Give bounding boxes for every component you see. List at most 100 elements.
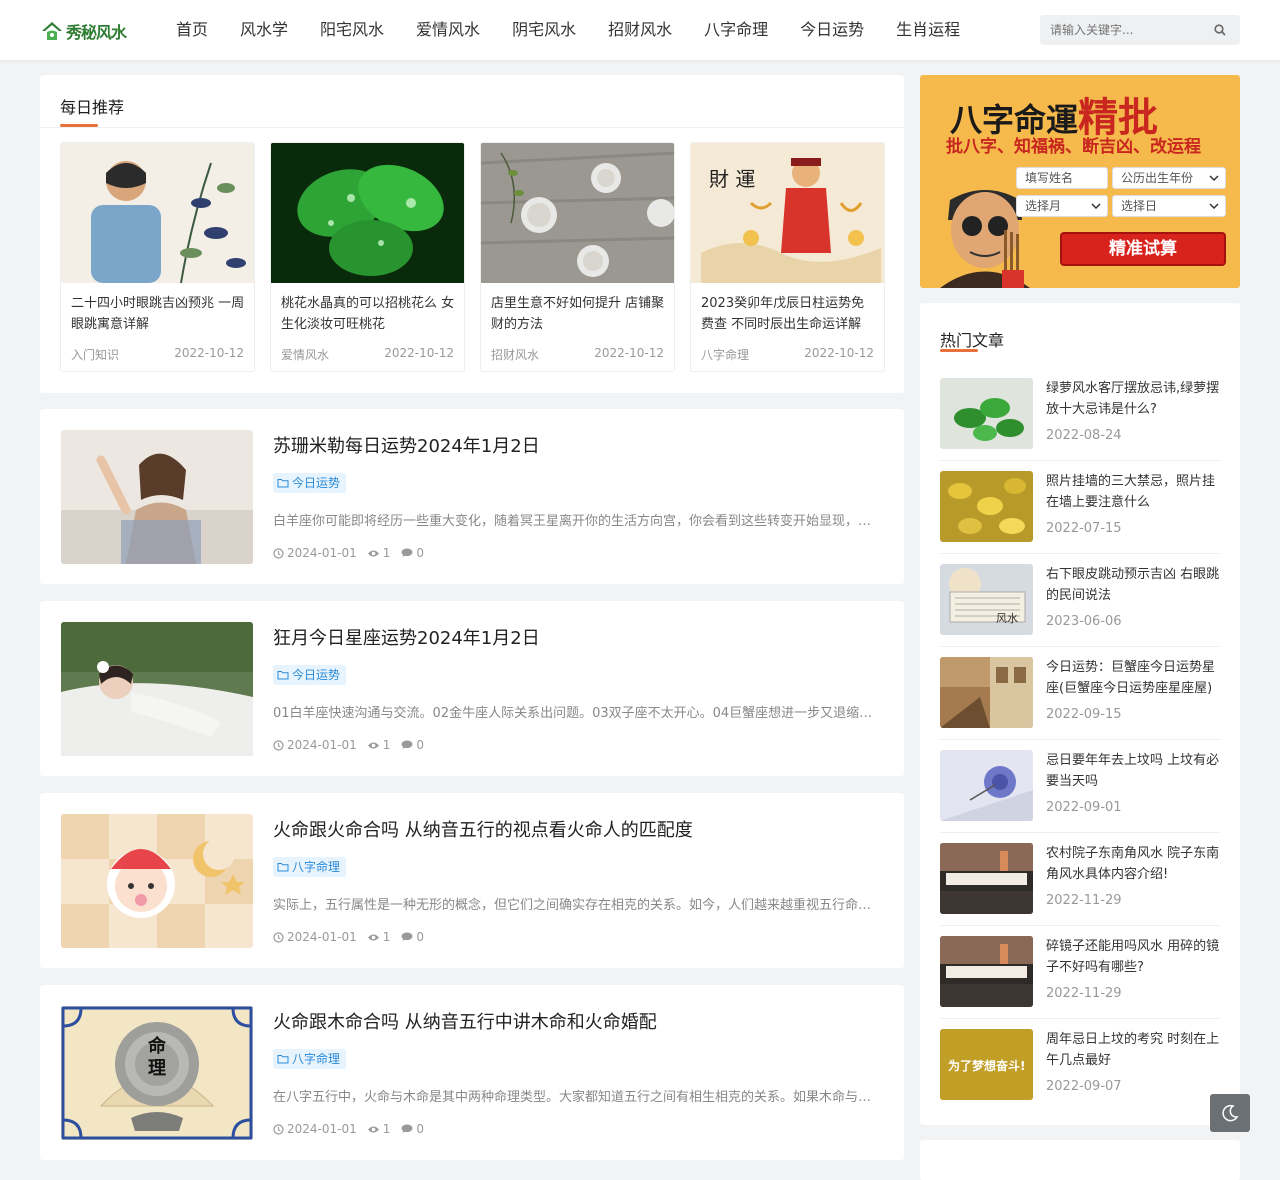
post-views: 1 [367, 546, 390, 560]
post-category-tag[interactable]: 八字命理 [273, 857, 347, 877]
hot-article-title[interactable]: 今日运势：巨蟹座今日运势星座(巨蟹座今日运势座星座屋) [1046, 657, 1220, 699]
post-card: 狂月今日星座运势2024年1月2日 今日运势 01白羊座快速沟通与交流。02金牛… [40, 601, 904, 776]
rec-title[interactable]: 店里生意不好如何提升 店铺聚财的方法 [491, 293, 667, 335]
nav-yangzhai[interactable]: 阳宅风水 [304, 0, 400, 60]
hot-article-title[interactable]: 农村院子东南角风水 院子东南角风水具体内容介绍! [1046, 843, 1220, 885]
post-category-tag[interactable]: 今日运势 [273, 473, 347, 493]
hot-article-thumbnail[interactable] [940, 843, 1033, 914]
hot-article-date: 2022-09-07 [1046, 1079, 1122, 1094]
post-meta: 2024-01-01 1 0 [273, 546, 434, 560]
search-input[interactable] [1040, 15, 1205, 45]
rec-category[interactable]: 招财风水 [491, 346, 539, 363]
post-meta: 2024-01-01 1 0 [273, 930, 434, 944]
hot-article-date: 2022-09-01 [1046, 800, 1122, 815]
hot-article-thumbnail[interactable] [940, 936, 1033, 1007]
post-title[interactable]: 火命跟火命合吗 从纳音五行的视点看火命人的匹配度 [273, 816, 693, 842]
rec-category[interactable]: 爱情风水 [281, 346, 329, 363]
rec-image[interactable] [61, 143, 254, 283]
search-icon[interactable] [1214, 24, 1226, 36]
site-header: 秀秘风水 首页 风水学 阳宅风水 爱情风水 阴宅风水 招财风水 八字命理 今日运… [0, 0, 1280, 60]
nav-home[interactable]: 首页 [160, 0, 224, 60]
post-excerpt: 白羊座你可能即将经历一些重大变化，随着冥王星离开你的生活方向宫，你会看到这些转变… [273, 514, 881, 529]
hot-article-item[interactable]: 碎镜子还能用吗风水 用碎的镜子不好吗有哪些? 2022-11-29 [940, 936, 1220, 1007]
dark-mode-toggle[interactable] [1210, 1094, 1250, 1132]
hot-article-image-caption: 风水 [996, 612, 1018, 625]
post-title[interactable]: 苏珊米勒每日运势2024年1月2日 [273, 432, 540, 458]
site-logo[interactable]: 秀秘风水 [40, 18, 127, 44]
hot-article-item[interactable]: 今日运势：巨蟹座今日运势星座(巨蟹座今日运势座星座屋) 2022-09-15 [940, 657, 1220, 728]
rec-category[interactable]: 八字命理 [701, 346, 749, 363]
post-thumbnail[interactable] [61, 814, 253, 948]
rec-card[interactable]: 店里生意不好如何提升 店铺聚财的方法 招财风水 2022-10-12 [480, 142, 675, 372]
rec-title[interactable]: 桃花水晶真的可以招桃花么 女生化淡妆可旺桃花 [281, 293, 457, 335]
clock-icon [273, 1123, 284, 1135]
post-thumbnail[interactable]: 命理 [61, 1006, 253, 1140]
hot-article-title[interactable]: 忌日要年年去上坟吗 上坟有必要当天吗 [1046, 750, 1220, 792]
post-card: 火命跟火命合吗 从纳音五行的视点看火命人的匹配度 八字命理 实际上，五行属性是一… [40, 793, 904, 968]
rec-date: 2022-10-12 [594, 346, 664, 360]
daily-recommend-title: 每日推荐 [60, 98, 125, 117]
ad-month-select[interactable]: 选择月 [1016, 195, 1108, 217]
comment-icon [401, 932, 413, 941]
post-meta: 2024-01-01 1 0 [273, 738, 434, 752]
hot-article-date: 2022-09-15 [1046, 707, 1122, 722]
chevron-down-icon [1091, 203, 1101, 209]
chevron-down-icon [1209, 203, 1219, 209]
rec-image[interactable] [271, 143, 464, 283]
ad-year-select[interactable]: 公历出生年份 [1112, 167, 1226, 189]
hot-article-item[interactable]: 照片挂墙的三大禁忌，照片挂在墙上要注意什么 2022-07-15 [940, 471, 1220, 542]
rec-image[interactable]: 財 運 [691, 143, 884, 283]
rec-card[interactable]: 二十四小时眼跳吉凶预兆 一周眼跳寓意详解 入门知识 2022-10-12 [60, 142, 255, 372]
search-box [1040, 15, 1240, 45]
post-category-tag[interactable]: 今日运势 [273, 665, 347, 685]
hot-articles-panel: 热门文章 绿萝风水客厅摆放忌讳,绿萝摆放十大忌讳是什么? 2022-08-24 … [920, 303, 1240, 1125]
rec-image-caption: 財 運 [709, 167, 756, 191]
nav-yinzhai[interactable]: 阴宅风水 [496, 0, 592, 60]
hot-article-thumbnail[interactable] [940, 378, 1033, 449]
post-title[interactable]: 狂月今日星座运势2024年1月2日 [273, 624, 540, 650]
hot-article-item[interactable]: 风水 右下眼皮跳动预示吉凶 右眼跳的民间说法 2023-06-06 [940, 564, 1220, 635]
hot-article-thumbnail[interactable] [940, 657, 1033, 728]
hot-article-thumbnail[interactable]: 风水 [940, 564, 1033, 635]
post-category-tag[interactable]: 八字命理 [273, 1049, 347, 1069]
hot-article-date: 2023-06-06 [1046, 614, 1122, 629]
rec-title[interactable]: 二十四小时眼跳吉凶预兆 一周眼跳寓意详解 [71, 293, 247, 335]
nav-fengshui[interactable]: 风水学 [224, 0, 304, 60]
nav-zodiac[interactable]: 生肖运程 [880, 0, 976, 60]
hot-article-item[interactable]: 为了梦想奋斗! 周年忌日上坟的考究 时刻在上午几点最好 2022-09-07 [940, 1029, 1220, 1100]
hot-article-title[interactable]: 周年忌日上坟的考究 时刻在上午几点最好 [1046, 1029, 1220, 1071]
folder-icon [277, 479, 289, 488]
post-title[interactable]: 火命跟木命合吗 从纳音五行中讲木命和火命婚配 [273, 1008, 657, 1034]
nav-love[interactable]: 爱情风水 [400, 0, 496, 60]
hot-article-title[interactable]: 碎镜子还能用吗风水 用碎的镜子不好吗有哪些? [1046, 936, 1220, 978]
title-underline [940, 349, 978, 352]
rec-image[interactable] [481, 143, 674, 283]
hot-article-item[interactable]: 绿萝风水客厅摆放忌讳,绿萝摆放十大忌讳是什么? 2022-08-24 [940, 378, 1220, 449]
rec-title[interactable]: 2023癸卯年戊辰日柱运势免费查 不同时辰出生命运详解 [701, 293, 877, 335]
hot-article-thumbnail[interactable] [940, 750, 1033, 821]
post-views: 1 [367, 1122, 390, 1136]
post-thumbnail[interactable] [61, 430, 253, 564]
clock-icon [273, 931, 284, 943]
hot-article-title[interactable]: 右下眼皮跳动预示吉凶 右眼跳的民间说法 [1046, 564, 1220, 606]
hot-article-thumbnail[interactable]: 为了梦想奋斗! [940, 1029, 1033, 1100]
hot-article-title[interactable]: 绿萝风水客厅摆放忌讳,绿萝摆放十大忌讳是什么? [1046, 378, 1220, 420]
rec-card[interactable]: 桃花水晶真的可以招桃花么 女生化淡妆可旺桃花 爱情风水 2022-10-12 [270, 142, 465, 372]
divider [940, 553, 1220, 554]
rec-category[interactable]: 入门知识 [71, 346, 119, 363]
nav-wealth[interactable]: 招财风水 [592, 0, 688, 60]
hot-article-title[interactable]: 照片挂墙的三大禁忌，照片挂在墙上要注意什么 [1046, 471, 1220, 513]
post-excerpt: 实际上，五行属性是一种无形的概念，但它们之间确实存在相克的关系。如今，人们越来越… [273, 898, 881, 913]
nav-daily-fortune[interactable]: 今日运势 [784, 0, 880, 60]
hot-article-thumbnail[interactable] [940, 471, 1033, 542]
post-thumbnail[interactable] [61, 622, 253, 756]
hot-article-item[interactable]: 忌日要年年去上坟吗 上坟有必要当天吗 2022-09-01 [940, 750, 1220, 821]
ad-submit-button[interactable]: 精准试算 [1060, 232, 1226, 266]
post-date: 2024-01-01 [273, 930, 357, 944]
rec-card[interactable]: 財 運 2023癸卯年戊辰日柱运势免费查 不同时辰出生命运详解 八字命理 202… [690, 142, 885, 372]
nav-bazi[interactable]: 八字命理 [688, 0, 784, 60]
ad-day-select[interactable]: 选择日 [1112, 195, 1226, 217]
bazi-ad-banner[interactable]: 八字命運精批 批八字、知福祸、断吉凶、改运程 填写姓名 公历出生年份 选择月 选… [920, 75, 1240, 288]
hot-article-item[interactable]: 农村院子东南角风水 院子东南角风水具体内容介绍! 2022-11-29 [940, 843, 1220, 914]
ad-name-field[interactable]: 填写姓名 [1016, 167, 1108, 189]
